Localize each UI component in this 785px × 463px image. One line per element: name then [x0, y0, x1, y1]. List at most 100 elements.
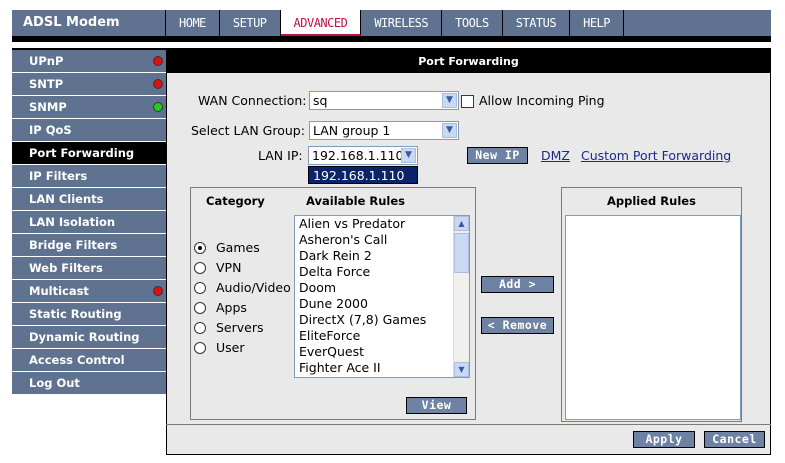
radio-icon — [194, 321, 206, 334]
top-nav: HOME SETUP ADVANCED WIRELESS TOOLS STATU… — [166, 10, 771, 36]
category-option-label: Apps — [216, 300, 247, 315]
tab-help[interactable]: HELP — [570, 10, 625, 36]
cancel-button[interactable]: Cancel — [704, 431, 765, 448]
lan-group-label: Select LAN Group: — [191, 123, 305, 138]
tab-status[interactable]: STATUS — [503, 10, 571, 36]
sidebar-item-label: SNMP — [29, 100, 67, 114]
category-option-vpn[interactable]: VPN — [194, 260, 241, 275]
lan-ip-select[interactable]: 192.168.1.110 ▼ — [308, 146, 418, 165]
sidebar-item-multicast[interactable]: Multicast — [12, 280, 166, 303]
applied-rules-title: Applied Rules — [607, 194, 696, 208]
sidebar-item-label: LAN Isolation — [29, 215, 116, 229]
sidebar-item-label: LAN Clients — [29, 192, 104, 206]
available-rules-list[interactable]: Alien vs Predator Asheron's Call Dark Re… — [294, 215, 470, 378]
sidebar-item-label: UPnP — [29, 54, 64, 68]
lan-group-select[interactable]: LAN group 1 ▼ — [309, 121, 459, 140]
lan-ip-value: 192.168.1.110 — [312, 148, 404, 163]
scroll-up-icon[interactable]: ▲ — [454, 216, 469, 231]
sidebar-item-web-filters[interactable]: Web Filters — [12, 257, 166, 280]
category-option-apps[interactable]: Apps — [194, 300, 247, 315]
sidebar-item-sntp[interactable]: SNTP — [12, 73, 166, 96]
applied-rules-list[interactable] — [565, 215, 741, 420]
view-button[interactable]: View — [406, 397, 467, 414]
wan-connection-select[interactable]: sq ▼ — [309, 91, 459, 110]
sidebar-item-lan-clients[interactable]: LAN Clients — [12, 188, 166, 211]
scrollbar[interactable]: ▲ ▼ — [453, 216, 469, 377]
category-option-label: Games — [216, 240, 260, 255]
category-option-audio-video[interactable]: Audio/Video — [194, 280, 291, 295]
tab-advanced[interactable]: ADVANCED — [280, 10, 362, 36]
list-item[interactable]: Dark Rein 2 — [295, 248, 469, 264]
sidebar-item-bridge-filters[interactable]: Bridge Filters — [12, 234, 166, 257]
category-option-games[interactable]: Games — [194, 240, 260, 255]
status-red-icon — [153, 286, 163, 296]
header-spacer — [12, 42, 771, 50]
list-item[interactable]: Dune 2000 — [295, 296, 469, 312]
sidebar-item-lan-isolation[interactable]: LAN Isolation — [12, 211, 166, 234]
custom-port-forwarding-link[interactable]: Custom Port Forwarding — [581, 148, 731, 163]
tab-tools[interactable]: TOOLS — [442, 10, 503, 36]
sidebar-item-snmp[interactable]: SNMP — [12, 96, 166, 119]
sidebar-item-log-out[interactable]: Log Out — [12, 372, 166, 395]
wan-connection-label: WAN Connection: — [198, 93, 307, 108]
category-option-user[interactable]: User — [194, 340, 245, 355]
sidebar-item-ip-qos[interactable]: IP QoS — [12, 119, 166, 142]
sidebar-item-label: Web Filters — [29, 261, 103, 275]
status-red-icon — [153, 56, 163, 66]
sidebar-item-port-forwarding[interactable]: Port Forwarding — [12, 142, 166, 165]
new-ip-button[interactable]: New IP — [467, 147, 528, 164]
sidebar-item-label: Multicast — [29, 284, 89, 298]
scroll-down-icon[interactable]: ▼ — [454, 362, 469, 377]
list-item[interactable]: Asheron's Call — [295, 232, 469, 248]
lan-ip-label: LAN IP: — [258, 148, 303, 163]
sidebar-item-label: Port Forwarding — [29, 146, 135, 160]
sidebar-item-label: SNTP — [29, 77, 64, 91]
lan-group-value: LAN group 1 — [313, 123, 391, 138]
sidebar-item-ip-filters[interactable]: IP Filters — [12, 165, 166, 188]
list-item[interactable]: EverQuest — [295, 344, 469, 360]
dmz-link[interactable]: DMZ — [541, 148, 570, 163]
available-rules-title: Available Rules — [306, 194, 405, 208]
category-option-label: VPN — [216, 260, 242, 275]
sidebar-item-label: IP Filters — [29, 169, 88, 183]
status-red-icon — [153, 79, 163, 89]
sidebar-item-dynamic-routing[interactable]: Dynamic Routing — [12, 326, 166, 349]
sidebar-item-label: Log Out — [29, 376, 80, 390]
sidebar-item-static-routing[interactable]: Static Routing — [12, 303, 166, 326]
list-item[interactable]: DirectX (7,8) Games — [295, 312, 469, 328]
status-green-icon — [153, 102, 163, 112]
radio-checked-icon — [194, 241, 206, 254]
sidebar-item-label: Dynamic Routing — [29, 330, 140, 344]
add-button[interactable]: Add > — [481, 276, 554, 293]
wan-connection-value: sq — [313, 93, 328, 108]
scroll-thumb[interactable] — [454, 233, 469, 273]
allow-ping-checkbox[interactable] — [461, 95, 474, 108]
list-item[interactable]: Alien vs Predator — [295, 216, 469, 232]
chevron-down-icon: ▼ — [442, 123, 457, 138]
list-item[interactable]: Fighter Ace II — [295, 360, 469, 376]
category-option-label: Servers — [216, 320, 264, 335]
lan-ip-dropdown-option[interactable]: 192.168.1.110 — [308, 166, 418, 184]
apply-button[interactable]: Apply — [633, 431, 695, 448]
chevron-down-icon: ▼ — [442, 93, 457, 108]
remove-button[interactable]: < Remove — [481, 317, 554, 334]
list-item[interactable]: Doom — [295, 280, 469, 296]
tab-setup[interactable]: SETUP — [220, 10, 281, 36]
category-option-servers[interactable]: Servers — [194, 320, 264, 335]
category-title: Category — [206, 194, 265, 208]
radio-icon — [194, 341, 206, 354]
allow-ping-label: Allow Incoming Ping — [479, 93, 605, 108]
list-item[interactable]: EliteForce — [295, 328, 469, 344]
brand-title: ADSL Modem — [12, 10, 166, 36]
tab-home[interactable]: HOME — [166, 10, 220, 36]
sidebar-item-upnp[interactable]: UPnP — [12, 50, 166, 73]
sidebar: UPnP SNTP SNMP IP QoS Port Forwarding IP… — [12, 50, 166, 395]
tab-wireless[interactable]: WIRELESS — [361, 10, 443, 36]
chevron-down-icon: ▼ — [401, 148, 416, 163]
list-item[interactable]: Delta Force — [295, 264, 469, 280]
sidebar-item-access-control[interactable]: Access Control — [12, 349, 166, 372]
radio-icon — [194, 261, 206, 274]
footer-divider — [166, 424, 771, 425]
sidebar-item-label: Static Routing — [29, 307, 122, 321]
sidebar-item-label: Bridge Filters — [29, 238, 118, 252]
